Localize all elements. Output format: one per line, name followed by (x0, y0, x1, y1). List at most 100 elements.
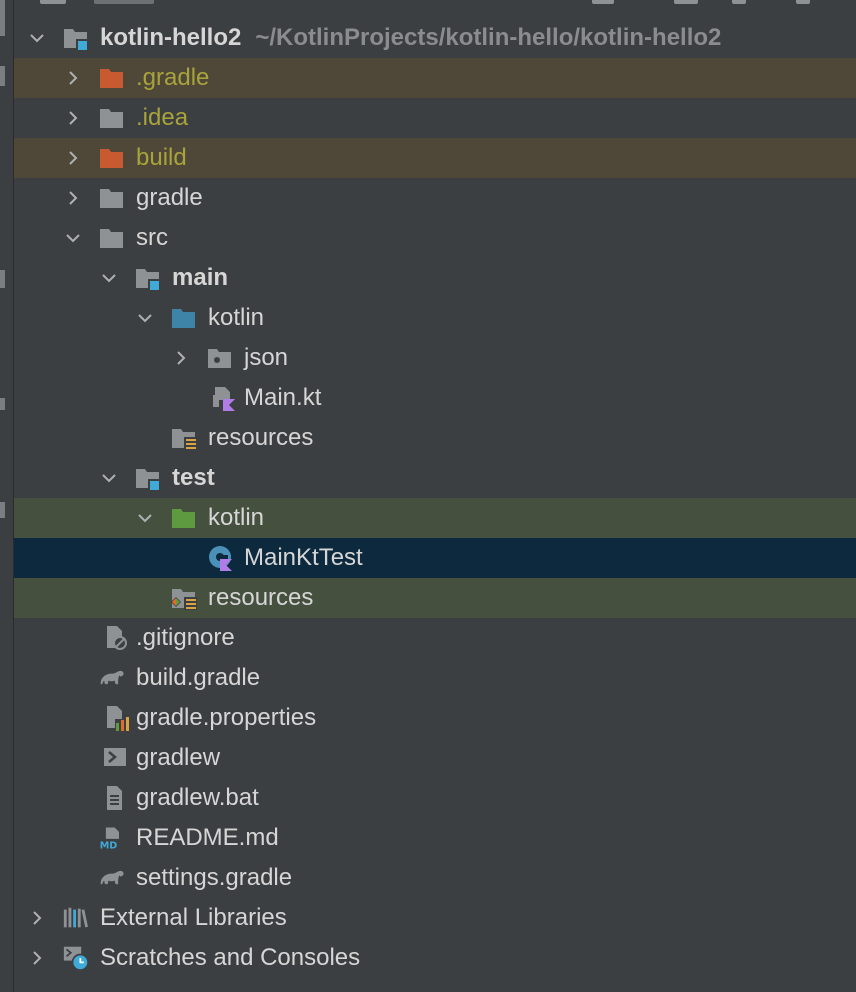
src-label: src (136, 224, 168, 251)
main-kotlin-label: kotlin (208, 304, 265, 331)
test-class-icon (209, 546, 232, 571)
strip-marker (0, 502, 5, 518)
main-label: main (172, 264, 229, 291)
module-folder-icon (136, 269, 159, 290)
strip-marker (0, 270, 5, 288)
toolbar-icon[interactable] (796, 0, 810, 4)
tree-row-test[interactable]: test (14, 458, 856, 498)
folder-icon (100, 229, 123, 248)
json-package-label: json (244, 344, 289, 371)
main-resources-label: resources (208, 424, 314, 451)
excluded-folder-icon (100, 69, 123, 88)
tree-row-gitignore[interactable]: .gitignore (14, 618, 856, 658)
tree-row-build-dir[interactable]: build (14, 138, 856, 178)
chevron-down-icon[interactable] (102, 271, 116, 285)
tree-row-idea-dir[interactable]: .idea (14, 98, 856, 138)
gradle-icon (100, 670, 124, 685)
chevron-right-icon[interactable] (66, 151, 80, 165)
gradle-dir-label: .gradle (136, 64, 210, 91)
tree-row-mainkt-test[interactable]: MainKtTest (14, 538, 856, 578)
tree-row-gradlew[interactable]: gradlew (14, 738, 856, 778)
settings-gradle-label: settings.gradle (136, 864, 293, 891)
toolbar-icon[interactable] (592, 0, 614, 4)
gradle-folder-label: gradle (136, 184, 203, 211)
kotlin-file-icon (213, 387, 235, 411)
test-root-icon (172, 509, 195, 528)
gradlew-bat-label: gradlew.bat (136, 784, 259, 811)
chevron-right-icon[interactable] (30, 951, 44, 965)
chevron-down-icon[interactable] (30, 31, 44, 45)
tree-row-src[interactable]: src (14, 218, 856, 258)
chevron-down-icon[interactable] (102, 471, 116, 485)
chevron-right-icon[interactable] (66, 71, 80, 85)
tree-row-project-root[interactable]: kotlin-hello2 ~/KotlinProjects/kotlin-hel… (14, 18, 856, 58)
project-toolbar (14, 0, 856, 14)
markdown-icon: MD (98, 827, 126, 852)
libraries-icon (63, 907, 88, 928)
tree-row-gradle-folder[interactable]: gradle (14, 178, 856, 218)
readme-label: README.md (136, 824, 279, 851)
project-root-name: kotlin-hello2 (100, 24, 242, 51)
module-folder-icon (64, 29, 87, 50)
svg-text:MD: MD (100, 841, 118, 852)
folder-icon (100, 109, 123, 128)
strip-marker (0, 398, 5, 410)
chevron-right-icon[interactable] (30, 911, 44, 925)
main-kt-label: Main.kt (244, 384, 322, 411)
external-libraries-label: External Libraries (100, 904, 287, 931)
chevron-right-icon[interactable] (66, 111, 80, 125)
scratches-icon (63, 946, 89, 971)
chevron-down-icon[interactable] (138, 311, 152, 325)
tree-row-scratches[interactable]: Scratches and Consoles (14, 938, 856, 978)
resources-root-icon (172, 429, 197, 450)
toolbar-title (94, 0, 154, 4)
tree-row-json-package[interactable]: json (14, 338, 856, 378)
test-resources-root-icon (171, 589, 197, 610)
gradle-properties-label: gradle.properties (136, 704, 317, 731)
chevron-right-icon[interactable] (66, 191, 80, 205)
tree-row-gradle-properties[interactable]: gradle.properties (14, 698, 856, 738)
tree-row-settings-gradle[interactable]: settings.gradle (14, 858, 856, 898)
package-icon (208, 349, 231, 368)
strip-marker (0, 0, 5, 36)
module-folder-icon (136, 469, 159, 490)
toolbar-icon[interactable] (732, 0, 746, 4)
tree-row-readme[interactable]: MD README.md (14, 818, 856, 858)
chevron-down-icon[interactable] (138, 511, 152, 525)
tree-row-test-kotlin[interactable]: kotlin (14, 498, 856, 538)
project-root-path: ~/KotlinProjects/kotlin-hello/kotlin-hel… (255, 24, 722, 51)
build-dir-label: build (136, 144, 187, 171)
test-kotlin-label: kotlin (208, 504, 265, 531)
tree-row-main-kotlin[interactable]: kotlin (14, 298, 856, 338)
project-tree: kotlin-hello2 ~/KotlinProjects/kotlin-hel… (14, 18, 856, 978)
mainkt-test-label: MainKtTest (244, 544, 363, 571)
tree-row-main[interactable]: main (14, 258, 856, 298)
test-resources-label: resources (208, 584, 314, 611)
properties-icon (107, 706, 129, 731)
tree-row-test-resources[interactable]: resources (14, 578, 856, 618)
strip-marker (0, 66, 5, 86)
gradlew-label: gradlew (136, 744, 221, 771)
gitignore-icon (107, 626, 127, 650)
excluded-folder-icon (100, 149, 123, 168)
tree-row-main-resources[interactable]: resources (14, 418, 856, 458)
tree-row-external-libraries[interactable]: External Libraries (14, 898, 856, 938)
toolbar-icon[interactable] (40, 0, 66, 4)
tool-window-strip (0, 0, 14, 992)
source-root-icon (172, 309, 195, 328)
text-file-icon (107, 786, 122, 810)
folder-icon (100, 189, 123, 208)
scratches-label: Scratches and Consoles (100, 944, 361, 971)
toolbar-icon[interactable] (674, 0, 698, 4)
tree-row-build-gradle[interactable]: build.gradle (14, 658, 856, 698)
gitignore-label: .gitignore (136, 624, 235, 651)
tree-row-gradlew-bat[interactable]: gradlew.bat (14, 778, 856, 818)
chevron-right-icon[interactable] (174, 351, 188, 365)
shell-script-icon (104, 748, 126, 766)
tree-row-gradle-dir[interactable]: .gradle (14, 58, 856, 98)
chevron-down-icon[interactable] (66, 231, 80, 245)
build-gradle-label: build.gradle (136, 664, 261, 691)
tree-row-main-kt[interactable]: Main.kt (14, 378, 856, 418)
test-label: test (172, 464, 215, 491)
idea-dir-label: .idea (136, 104, 189, 131)
